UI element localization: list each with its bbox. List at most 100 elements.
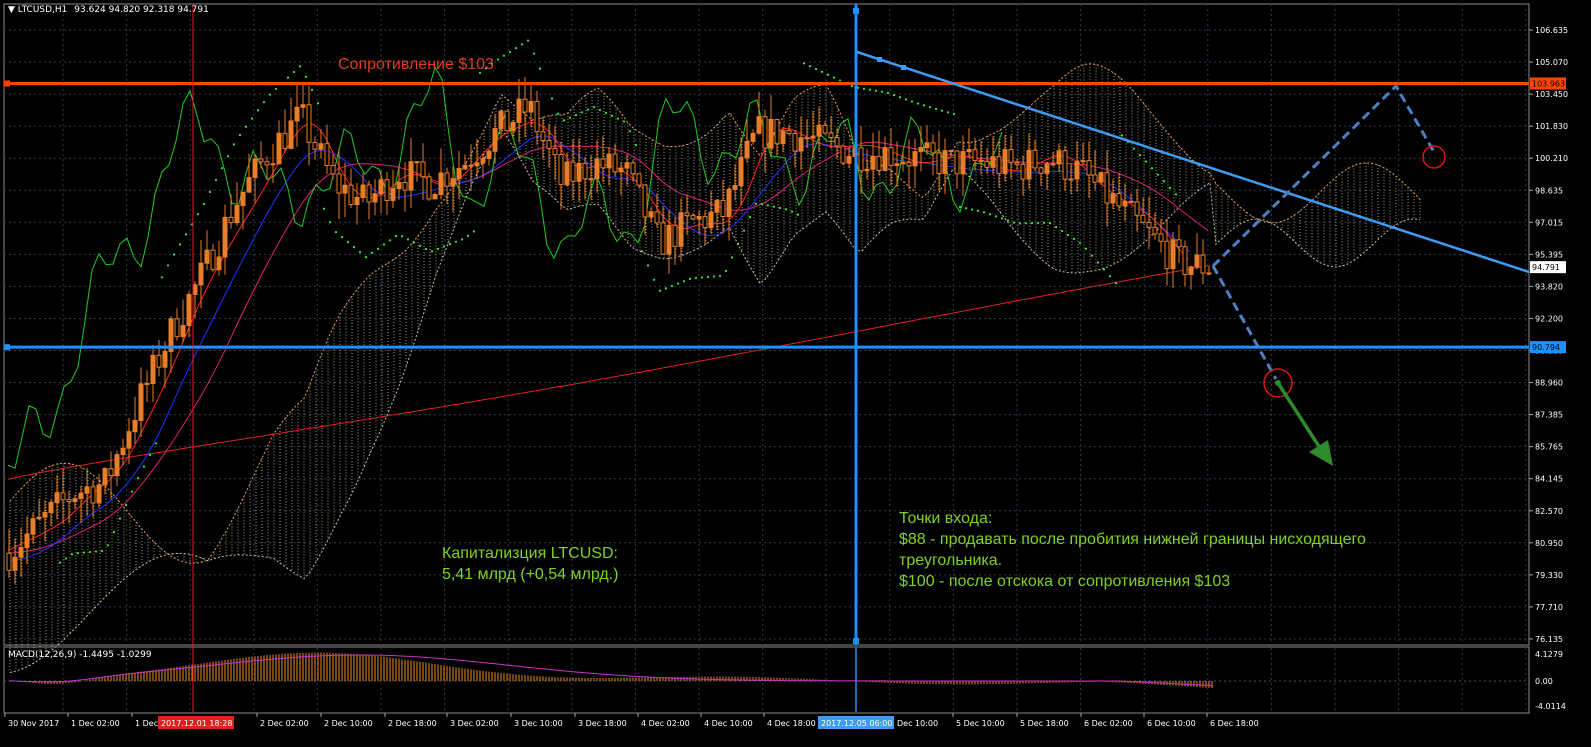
psar-dot (526, 39, 530, 42)
candle-body (1158, 233, 1164, 242)
trend-handle (901, 65, 906, 70)
candle-body (666, 224, 672, 255)
candle-body (60, 492, 66, 501)
psar-dot (706, 275, 710, 279)
psar-dot (604, 111, 608, 114)
candle-body (234, 205, 240, 224)
psar-dot (916, 102, 920, 105)
psar-dot (784, 208, 788, 211)
candle-body (1086, 160, 1092, 176)
psar-dot (904, 98, 908, 101)
chart-canvas[interactable]: 106.635 105.070 103.450 101.830 100.210 98.63… (0, 0, 1591, 747)
candle-body (1116, 193, 1122, 207)
candle-body (402, 182, 408, 191)
psar-dot (58, 561, 62, 564)
psar-dot (1030, 222, 1034, 225)
candle-body (780, 130, 786, 145)
psar-dot (1000, 217, 1004, 220)
psar-dot (496, 58, 500, 61)
candle-body (204, 249, 210, 264)
price-tick-label: 84.145 (1535, 475, 1563, 484)
psar-dot (1168, 186, 1172, 189)
price-tick-label: 101.830 (1535, 122, 1568, 131)
candle-body (672, 224, 678, 247)
candle-body (306, 104, 312, 143)
psar-dot (172, 253, 176, 256)
psar-dot (148, 453, 152, 457)
candle-body (846, 156, 852, 164)
psar-dot (964, 207, 968, 210)
psar-dot (634, 143, 638, 147)
symbol-name: LTCUSD,H1 (17, 5, 68, 15)
candle-body (318, 143, 324, 150)
psar-dot (778, 206, 782, 210)
psar-dot (70, 553, 74, 556)
candle-body (54, 492, 60, 503)
candle-body (360, 184, 366, 198)
ohlc-values: 93.624 94.820 92.318 94.791 (74, 5, 209, 15)
candle-body (72, 498, 78, 503)
psar-dot (244, 125, 248, 128)
dropdown-triangle-icon[interactable]: ▼ (8, 5, 15, 15)
candle-body (942, 150, 948, 174)
candle-body (702, 215, 708, 229)
psar-dot (106, 544, 110, 547)
psar-dot (142, 465, 146, 468)
psar-dot (748, 216, 752, 219)
psar-dot (412, 241, 416, 244)
candle-body (570, 161, 576, 182)
psar-dot (658, 289, 662, 292)
candle-body (894, 163, 900, 166)
candle-body (924, 142, 930, 149)
psar-dot (598, 108, 602, 112)
psar-dot (952, 112, 956, 115)
psar-dot (514, 47, 518, 50)
psar-dot (460, 238, 464, 241)
candle-body (732, 185, 738, 190)
candle-body (1110, 193, 1116, 204)
candle-body (696, 215, 702, 220)
candle-body (294, 106, 300, 122)
psar-dot (166, 264, 170, 267)
psar-dot (682, 280, 686, 283)
psar-dot (646, 264, 650, 267)
psar-dot (442, 245, 446, 248)
candle-body (1074, 161, 1080, 180)
psar-dot (1084, 247, 1088, 250)
psar-dot (400, 235, 404, 238)
psar-dot (718, 274, 722, 278)
drawings (856, 50, 1530, 466)
candle-body (1056, 150, 1062, 165)
psar-dot (328, 221, 332, 224)
candle-body (528, 100, 534, 113)
time-tick-label: 3 Dec 02:00 (450, 719, 499, 728)
candle-body (792, 133, 798, 152)
candle-body (1176, 239, 1182, 248)
candle-body (840, 145, 846, 164)
candle-body (366, 184, 372, 203)
levels (4, 4, 1529, 712)
time-tick-label: 30 Nov 2017 (8, 719, 59, 728)
candle-body (768, 118, 774, 149)
candle-body (870, 155, 876, 170)
candle-body (1008, 149, 1014, 164)
psar-dot (1108, 275, 1112, 278)
psar-dot (340, 235, 344, 239)
candle-body (492, 128, 498, 152)
candle-body (642, 184, 648, 218)
candle-body (690, 215, 696, 220)
candle-body (678, 212, 684, 247)
candle-body (1038, 167, 1044, 174)
entry-title: Точки входа: (899, 510, 993, 527)
time-tick-label: 5 Dec 10:00 (956, 719, 1005, 728)
symbol-header[interactable]: ▼ LTCUSD,H1 93.624 94.820 92.318 94.791 (8, 5, 209, 15)
macd-tick-label: 4.1279 (1535, 650, 1563, 659)
candle-body (258, 158, 264, 163)
psar-dot (568, 116, 572, 119)
candle-body (426, 176, 432, 200)
candle-body (552, 147, 558, 156)
psar-dot (694, 276, 698, 280)
candle-body (786, 130, 792, 135)
price-tick-label: 95.395 (1535, 250, 1563, 259)
psar-dot (1060, 229, 1064, 233)
